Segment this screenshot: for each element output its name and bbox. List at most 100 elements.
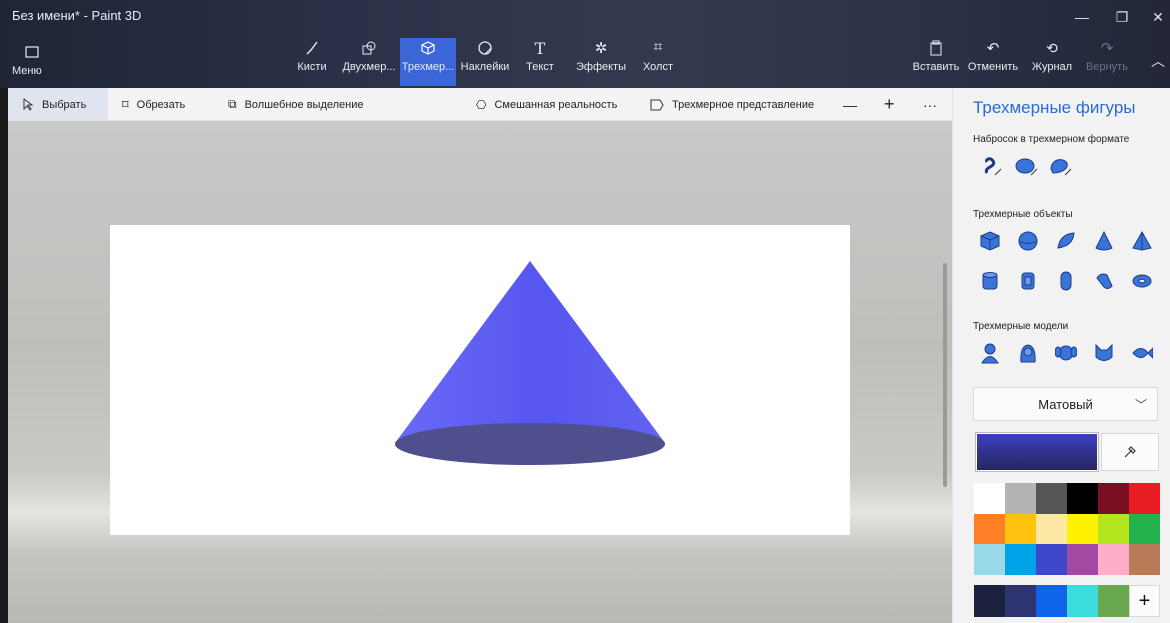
soft-doodle-icon[interactable] bbox=[1047, 153, 1073, 179]
woman-model-icon[interactable] bbox=[1015, 340, 1041, 366]
3d-view-label: Трехмерное представление bbox=[672, 98, 815, 111]
select-label: Выбрать bbox=[42, 98, 87, 111]
restore-button[interactable]: ❐ bbox=[1108, 6, 1136, 28]
tab-brushes-label: Кисти bbox=[297, 61, 327, 73]
objects-section-heading: Трехмерные объекты bbox=[973, 209, 1073, 220]
menu-button[interactable]: Меню bbox=[12, 42, 52, 90]
tab-effects-label: Эффекты bbox=[575, 61, 626, 73]
color-swatch[interactable] bbox=[1098, 544, 1129, 575]
drawing-canvas[interactable] bbox=[110, 225, 850, 535]
color-swatch[interactable] bbox=[974, 544, 1005, 575]
mixed-reality-icon: ⎔ bbox=[476, 97, 487, 112]
sharp-doodle-icon[interactable] bbox=[1013, 153, 1039, 179]
cube-shape-icon[interactable] bbox=[977, 228, 1003, 254]
dog-model-icon[interactable] bbox=[1053, 340, 1079, 366]
mixed-reality-button[interactable]: ⎔ Смешанная реальность bbox=[476, 88, 617, 121]
color-swatch[interactable] bbox=[974, 483, 1005, 514]
minimize-button[interactable]: — bbox=[1068, 6, 1096, 28]
color-swatch[interactable] bbox=[974, 513, 1005, 545]
color-swatch[interactable] bbox=[1129, 544, 1160, 575]
color-swatch[interactable] bbox=[1005, 513, 1036, 545]
paste-button[interactable]: Вставить bbox=[912, 38, 960, 86]
material-dropdown[interactable]: Матовый ﹀ bbox=[973, 387, 1158, 421]
custom-color-swatch[interactable] bbox=[1098, 585, 1129, 617]
tab-2d-shapes-label: Двухмер... bbox=[342, 61, 396, 73]
undo-button[interactable]: ↶ Отменить bbox=[966, 38, 1020, 86]
color-swatch[interactable] bbox=[1067, 544, 1098, 575]
curved-shape-icon[interactable] bbox=[1091, 268, 1117, 294]
select-tool[interactable]: Выбрать bbox=[8, 88, 108, 121]
add-color-button[interactable]: + bbox=[1129, 585, 1160, 617]
color-palette bbox=[974, 483, 1160, 575]
tab-2d-shapes[interactable]: Двухмер... bbox=[340, 38, 398, 86]
tab-stickers[interactable]: Наклейки bbox=[460, 38, 510, 86]
color-swatch[interactable] bbox=[1098, 483, 1129, 514]
text-icon: T bbox=[534, 38, 546, 58]
current-color-swatch[interactable] bbox=[975, 432, 1099, 472]
close-button[interactable]: ✕ bbox=[1144, 6, 1170, 28]
history-button[interactable]: ⟲ Журнал bbox=[1030, 38, 1074, 86]
secondary-toolbar: Выбрать ⌑ Обрезать ⧉ Волшебное выделение… bbox=[0, 88, 952, 121]
undo-label: Отменить bbox=[967, 61, 1019, 73]
undo-icon: ↶ bbox=[986, 40, 1000, 57]
man-model-icon[interactable] bbox=[977, 340, 1003, 366]
custom-color-swatch[interactable] bbox=[1036, 585, 1067, 617]
panel-title: Трехмерные фигуры bbox=[973, 98, 1136, 117]
sphere-shape-icon[interactable] bbox=[1015, 228, 1041, 254]
zoom-out-button[interactable]: — bbox=[843, 88, 857, 121]
tab-canvas[interactable]: ⌗ Холст bbox=[638, 38, 678, 86]
menu-label: Меню bbox=[12, 65, 42, 77]
pyramid-shape-icon[interactable] bbox=[1129, 228, 1155, 254]
custom-color-swatch[interactable] bbox=[1005, 585, 1036, 617]
magic-select-icon: ⧉ bbox=[228, 97, 237, 111]
magic-select-tool[interactable]: ⧉ Волшебное выделение bbox=[228, 88, 364, 121]
color-swatch[interactable] bbox=[1005, 483, 1036, 514]
zoom-in-button[interactable]: + bbox=[884, 88, 895, 121]
color-swatch[interactable] bbox=[1067, 483, 1098, 514]
tube-doodle-icon[interactable] bbox=[979, 153, 1005, 179]
color-swatch[interactable] bbox=[1129, 483, 1160, 514]
color-swatch[interactable] bbox=[1036, 544, 1067, 575]
custom-color-swatch[interactable] bbox=[1067, 585, 1098, 617]
tab-effects[interactable]: ✲ Эффекты bbox=[575, 38, 627, 86]
color-swatch[interactable] bbox=[1036, 483, 1067, 514]
mixed-reality-label: Смешанная реальность bbox=[494, 98, 618, 111]
color-swatch[interactable] bbox=[1098, 513, 1129, 545]
more-options-button[interactable]: ··· bbox=[923, 88, 937, 121]
fish-model-icon[interactable] bbox=[1129, 340, 1155, 366]
zoom-out-label: — bbox=[843, 96, 857, 113]
cube-icon bbox=[400, 38, 456, 58]
redo-icon: ↷ bbox=[1100, 40, 1114, 57]
tab-3d-shapes[interactable]: Трехмер... bbox=[400, 38, 456, 86]
color-swatch[interactable] bbox=[1067, 513, 1098, 545]
collapse-ribbon-chevron-icon[interactable]: ︿ bbox=[1144, 50, 1170, 72]
tab-text[interactable]: T Текст bbox=[520, 38, 560, 86]
redo-button[interactable]: ↷ Вернуть bbox=[1084, 38, 1130, 86]
cylinder-shape-icon[interactable] bbox=[977, 268, 1003, 294]
vertical-scrollbar[interactable] bbox=[943, 263, 947, 487]
color-swatch[interactable] bbox=[1129, 513, 1160, 545]
cat-model-icon[interactable] bbox=[1091, 340, 1117, 366]
3d-view-icon bbox=[650, 99, 664, 110]
sun-icon: ✲ bbox=[594, 40, 608, 57]
workspace[interactable] bbox=[0, 121, 952, 623]
tab-canvas-label: Холст bbox=[642, 61, 674, 73]
capsule-shape-icon[interactable] bbox=[1053, 268, 1079, 294]
window-title: Без имени* - Paint 3D bbox=[12, 8, 142, 23]
hemisphere-shape-icon[interactable] bbox=[1053, 228, 1079, 254]
eyedropper-icon bbox=[1124, 446, 1136, 458]
color-swatch[interactable] bbox=[1005, 544, 1036, 575]
color-swatch[interactable] bbox=[1036, 513, 1067, 545]
eyedropper-button[interactable] bbox=[1101, 433, 1159, 471]
tab-brushes[interactable]: Кисти bbox=[290, 38, 334, 86]
tube-shape-icon[interactable] bbox=[1015, 268, 1041, 294]
history-icon: ⟲ bbox=[1046, 39, 1058, 56]
3d-cone-object[interactable] bbox=[110, 225, 850, 535]
title-and-ribbon-bar: Без имени* - Paint 3D — ❐ ✕ Меню Кисти Д… bbox=[0, 0, 1170, 88]
left-window-edge bbox=[0, 88, 8, 623]
torus-shape-icon[interactable] bbox=[1129, 268, 1155, 294]
custom-color-swatch[interactable] bbox=[974, 585, 1005, 617]
3d-view-button[interactable]: Трехмерное представление bbox=[650, 88, 814, 121]
cone-shape-icon[interactable] bbox=[1091, 228, 1117, 254]
crop-tool[interactable]: ⌑ Обрезать bbox=[122, 88, 185, 121]
